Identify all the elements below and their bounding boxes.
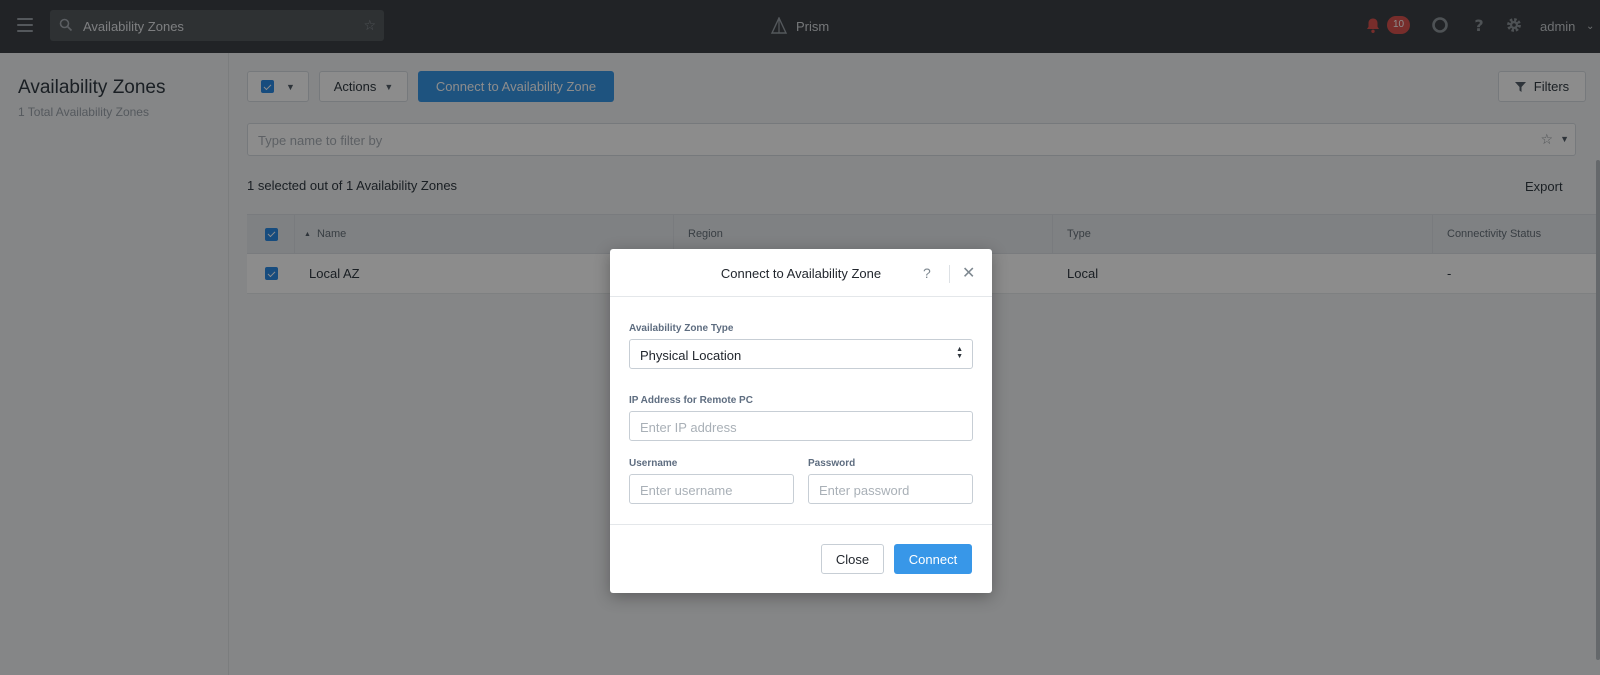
password-input[interactable]: Enter password <box>808 474 973 504</box>
ip-address-placeholder: Enter IP address <box>640 420 737 435</box>
password-label: Password <box>808 458 856 469</box>
dialog-footer: Close Connect <box>610 524 992 593</box>
connect-button[interactable]: Connect <box>894 544 972 574</box>
dialog-title: Connect to Availability Zone <box>720 266 882 281</box>
connect-availability-zone-dialog: Connect to Availability Zone ? ✕ Availab… <box>610 249 992 593</box>
password-placeholder: Enter password <box>819 483 910 498</box>
az-type-value: Physical Location <box>640 348 742 363</box>
az-type-label: Availability Zone Type <box>629 323 734 334</box>
close-icon[interactable]: ✕ <box>962 263 975 283</box>
ip-address-input[interactable]: Enter IP address <box>629 411 973 441</box>
close-button[interactable]: Close <box>821 544 884 574</box>
username-label: Username <box>629 458 678 469</box>
username-input[interactable]: Enter username <box>629 474 794 504</box>
username-placeholder: Enter username <box>640 483 733 498</box>
ip-address-label: IP Address for Remote PC <box>629 395 753 406</box>
help-icon[interactable]: ? <box>923 265 931 281</box>
az-type-select[interactable]: Physical Location ▲ ▼ <box>629 339 973 369</box>
dialog-header: Connect to Availability Zone ? ✕ <box>610 249 992 297</box>
header-divider <box>949 265 950 283</box>
select-arrows-icon: ▲ ▼ <box>956 346 963 360</box>
